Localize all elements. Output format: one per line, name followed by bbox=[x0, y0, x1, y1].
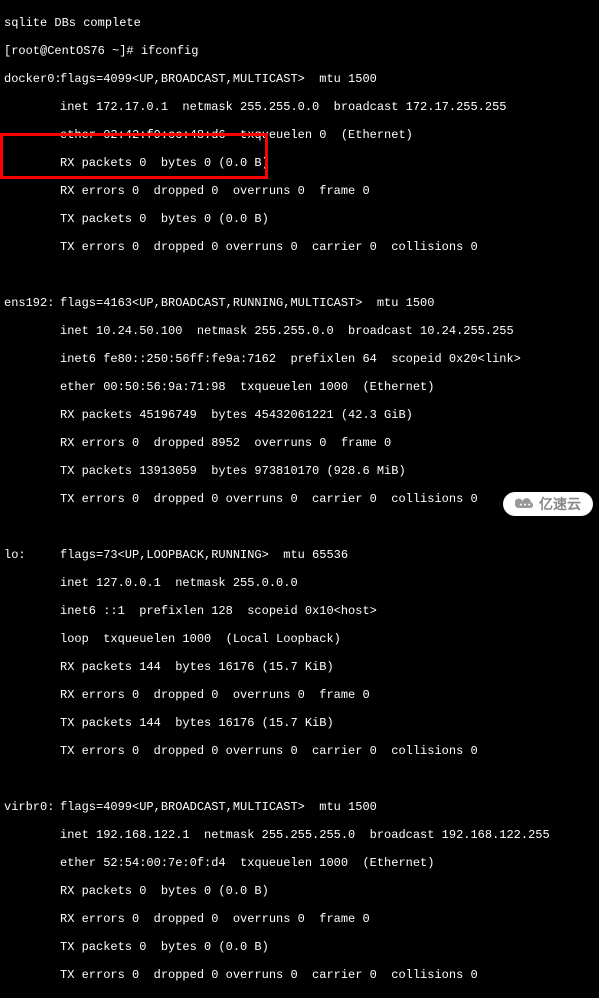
virbr0-rxp: RX packets 0 bytes 0 (0.0 B) bbox=[4, 884, 595, 898]
lo-rxp: RX packets 144 bytes 16176 (15.7 KiB) bbox=[4, 660, 595, 674]
virbr0-txe: TX errors 0 dropped 0 overruns 0 carrier… bbox=[4, 968, 595, 982]
docker0-rxe: RX errors 0 dropped 0 overruns 0 frame 0 bbox=[4, 184, 595, 198]
iface-name: lo: bbox=[4, 548, 60, 562]
command-text: ifconfig bbox=[141, 44, 199, 58]
docker0-txp: TX packets 0 bytes 0 (0.0 B) bbox=[4, 212, 595, 226]
docker0-header: docker0:flags=4099<UP,BROADCAST,MULTICAS… bbox=[4, 72, 595, 86]
virbr0-inet: inet 192.168.122.1 netmask 255.255.255.0… bbox=[4, 828, 595, 842]
blank bbox=[4, 772, 595, 786]
lo-inet: inet 127.0.0.1 netmask 255.0.0.0 bbox=[4, 576, 595, 590]
iface-name: ens192: bbox=[4, 296, 60, 310]
cloud-icon bbox=[515, 496, 535, 512]
docker0-ether: ether 02:42:f9:cc:48:d6 txqueuelen 0 (Et… bbox=[4, 128, 595, 142]
prev-output-line: sqlite DBs complete bbox=[4, 16, 595, 30]
lo-inet6: inet6 ::1 prefixlen 128 scopeid 0x10<hos… bbox=[4, 604, 595, 618]
virbr0-header: virbr0:flags=4099<UP,BROADCAST,MULTICAST… bbox=[4, 800, 595, 814]
iface-flags: flags=4099<UP,BROADCAST,MULTICAST> mtu 1… bbox=[60, 72, 377, 86]
lo-rxe: RX errors 0 dropped 0 overruns 0 frame 0 bbox=[4, 688, 595, 702]
watermark-text: 亿速云 bbox=[539, 497, 581, 511]
ens192-inet: inet 10.24.50.100 netmask 255.255.0.0 br… bbox=[4, 324, 595, 338]
lo-txe: TX errors 0 dropped 0 overruns 0 carrier… bbox=[4, 744, 595, 758]
prompt-line: [root@CentOS76 ~]# ifconfig bbox=[4, 44, 595, 58]
virbr0-ether: ether 52:54:00:7e:0f:d4 txqueuelen 1000 … bbox=[4, 856, 595, 870]
docker0-inet: inet 172.17.0.1 netmask 255.255.0.0 broa… bbox=[4, 100, 595, 114]
blank bbox=[4, 268, 595, 282]
ens192-header: ens192:flags=4163<UP,BROADCAST,RUNNING,M… bbox=[4, 296, 595, 310]
iface-flags: flags=4099<UP,BROADCAST,MULTICAST> mtu 1… bbox=[60, 800, 377, 814]
ens192-rxp: RX packets 45196749 bytes 45432061221 (4… bbox=[4, 408, 595, 422]
ens192-inet6: inet6 fe80::250:56ff:fe9a:7162 prefixlen… bbox=[4, 352, 595, 366]
watermark-badge: 亿速云 bbox=[503, 492, 593, 516]
lo-txp: TX packets 144 bytes 16176 (15.7 KiB) bbox=[4, 716, 595, 730]
virbr0-rxe: RX errors 0 dropped 0 overruns 0 frame 0 bbox=[4, 912, 595, 926]
iface-flags: flags=4163<UP,BROADCAST,RUNNING,MULTICAS… bbox=[60, 296, 434, 310]
docker0-txe: TX errors 0 dropped 0 overruns 0 carrier… bbox=[4, 240, 595, 254]
ens192-txp: TX packets 13913059 bytes 973810170 (928… bbox=[4, 464, 595, 478]
lo-loop: loop txqueuelen 1000 (Local Loopback) bbox=[4, 632, 595, 646]
iface-name: virbr0: bbox=[4, 800, 60, 814]
blank bbox=[4, 520, 595, 534]
lo-header: lo:flags=73<UP,LOOPBACK,RUNNING> mtu 655… bbox=[4, 548, 595, 562]
iface-flags: flags=73<UP,LOOPBACK,RUNNING> mtu 65536 bbox=[60, 548, 348, 562]
docker0-rxp: RX packets 0 bytes 0 (0.0 B) bbox=[4, 156, 595, 170]
virbr0-txp: TX packets 0 bytes 0 (0.0 B) bbox=[4, 940, 595, 954]
shell-prompt: [root@CentOS76 ~]# bbox=[4, 44, 141, 58]
iface-name: docker0: bbox=[4, 72, 60, 86]
ens192-ether: ether 00:50:56:9a:71:98 txqueuelen 1000 … bbox=[4, 380, 595, 394]
ens192-rxe: RX errors 0 dropped 8952 overruns 0 fram… bbox=[4, 436, 595, 450]
